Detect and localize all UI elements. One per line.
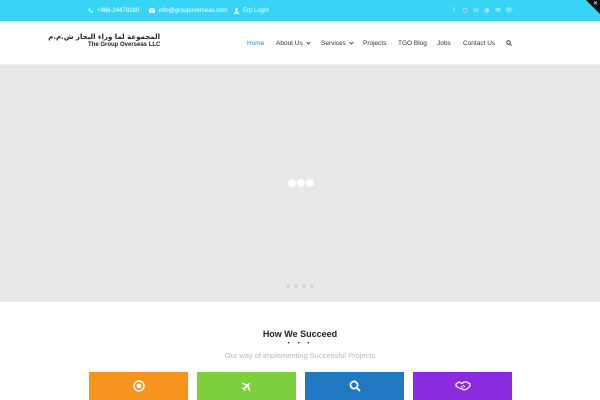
nav-search[interactable]: [506, 21, 512, 65]
nav-contact-label: Contact Us: [463, 39, 496, 47]
nav-projects[interactable]: Projects: [363, 21, 386, 65]
main-nav: Home About Us Services Projects TGO Blog…: [0, 21, 600, 65]
handshake-icon: [454, 381, 471, 391]
slider-dot[interactable]: [310, 284, 314, 288]
phone-icon: [88, 8, 93, 13]
section-divider-dots: • • •: [287, 341, 313, 347]
nav-projects-label: Projects: [363, 39, 387, 47]
search-icon: [349, 380, 361, 392]
chevron-down-icon: [349, 39, 354, 45]
erp-login-link[interactable]: Erp Login: [234, 0, 269, 21]
close-icon[interactable]: ✕: [593, 0, 598, 7]
loading-indicator: [288, 179, 314, 187]
slider-dot[interactable]: [294, 284, 298, 288]
nav-jobs-label: Jobs: [437, 39, 451, 47]
slider-dot[interactable]: [302, 284, 306, 288]
top-bar: +968-24478280 info@groupoverseas.com Erp…: [0, 0, 600, 21]
target-icon: [132, 380, 145, 392]
nav-home[interactable]: Home: [247, 21, 264, 65]
nav-services-label: Services: [321, 39, 346, 47]
phone-contact[interactable]: +968-24478280: [88, 0, 139, 21]
feature-card-4[interactable]: [413, 372, 512, 400]
email-contact[interactable]: info@groupoverseas.com: [149, 0, 227, 21]
feature-card-2[interactable]: [197, 372, 296, 400]
section-subtitle: Our way of implementing Successful Proje…: [224, 351, 376, 360]
nav-home-label: Home: [247, 39, 265, 47]
airplane-icon: [241, 382, 251, 392]
mail-icon[interactable]: ✉: [495, 8, 501, 14]
section-title: How We Succeed: [262, 329, 338, 339]
email-text: info@groupoverseas.com: [159, 7, 228, 14]
slider-pagination: [286, 284, 314, 288]
instagram-icon[interactable]: ◻: [462, 8, 468, 14]
linkedin-icon[interactable]: in: [473, 8, 479, 14]
chevron-down-icon: [306, 39, 311, 45]
feature-card-1[interactable]: [89, 372, 188, 400]
nav-about-us[interactable]: About Us: [276, 21, 311, 65]
user-icon: [234, 7, 239, 14]
nav-about-label: About Us: [276, 39, 303, 47]
feature-card-3[interactable]: [305, 372, 404, 400]
social-links: f ◻ in ◉ ✉ ☏: [451, 0, 513, 21]
nav-tgo-blog[interactable]: TGO Blog: [398, 21, 427, 65]
whatsapp-icon[interactable]: ◉: [484, 8, 490, 14]
nav-jobs[interactable]: Jobs: [437, 21, 451, 65]
phone-icon[interactable]: ☏: [505, 8, 513, 14]
erp-login-text: Erp Login: [243, 7, 269, 14]
nav-contact-us[interactable]: Contact Us: [463, 21, 495, 65]
phone-text: +968-24478280: [97, 7, 140, 14]
facebook-icon[interactable]: f: [451, 8, 457, 14]
slider-dot[interactable]: [286, 284, 290, 288]
search-icon: [506, 40, 512, 46]
envelope-icon: [149, 8, 155, 13]
nav-services[interactable]: Services: [321, 21, 354, 65]
nav-blog-label: TGO Blog: [398, 39, 427, 47]
